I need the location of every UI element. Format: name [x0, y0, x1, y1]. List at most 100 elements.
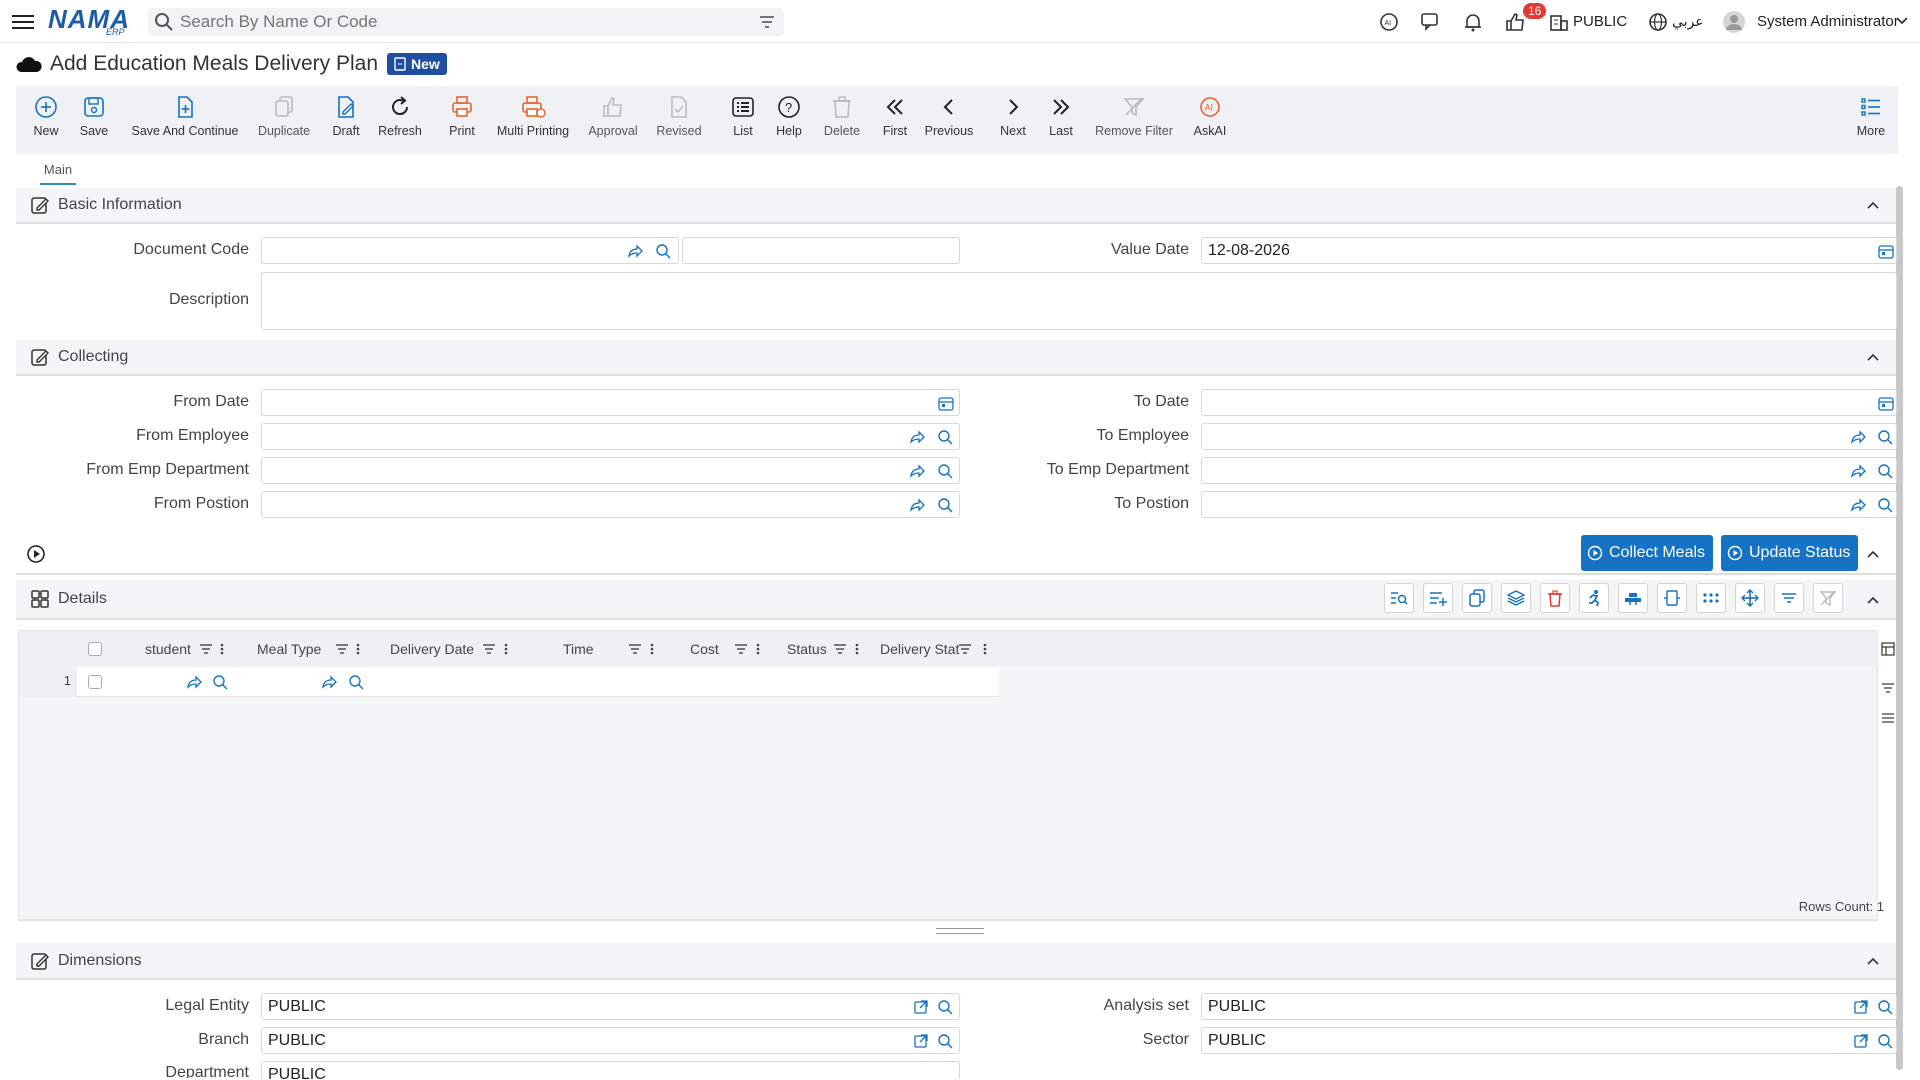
description-textarea[interactable] [261, 272, 1897, 330]
grid-search-button[interactable] [1384, 583, 1414, 613]
column-header-cost[interactable]: Cost [690, 641, 719, 657]
menu-lines-icon[interactable] [1881, 711, 1895, 725]
more-button[interactable]: More [1856, 92, 1886, 138]
approval-button[interactable]: Approval [587, 92, 639, 138]
chat-icon[interactable] [1419, 10, 1443, 34]
column-filter-icon[interactable] [482, 643, 496, 655]
help-button[interactable]: ? Help [774, 92, 804, 138]
from-date-input[interactable] [261, 389, 960, 416]
resize-handle[interactable] [936, 928, 984, 934]
calendar-icon[interactable] [938, 395, 954, 411]
section-dimensions[interactable]: Dimensions [16, 943, 1896, 980]
column-filter-icon[interactable] [734, 643, 748, 655]
from-employee-input[interactable] [261, 423, 960, 450]
search-input[interactable] [180, 12, 740, 32]
language-switch[interactable]: عربي [1672, 13, 1704, 30]
external-link-icon[interactable] [913, 1033, 929, 1049]
save-and-continue-button[interactable]: Save And Continue [130, 92, 240, 138]
to-emp-department-input[interactable] [1201, 457, 1897, 484]
askai-button[interactable]: AI AskAI [1192, 92, 1228, 138]
chevron-up-icon[interactable] [1866, 350, 1880, 364]
legal-entity-input[interactable]: PUBLIC [261, 993, 960, 1020]
avatar[interactable] [1722, 10, 1746, 34]
grid-copy-button[interactable] [1462, 583, 1492, 613]
table-row[interactable]: 1 [19, 667, 999, 697]
value-date-input[interactable]: 12-08-2026 [1201, 237, 1897, 264]
column-menu-icon[interactable] [983, 643, 987, 655]
from-emp-department-input[interactable] [261, 457, 960, 484]
update-status-button[interactable]: Update Status [1721, 535, 1859, 571]
duplicate-button[interactable]: Duplicate [256, 92, 312, 138]
draft-button[interactable]: Draft [328, 92, 364, 138]
column-filter-icon[interactable] [628, 643, 642, 655]
grid-add-row-button[interactable] [1423, 583, 1453, 613]
grid-move-button[interactable] [1735, 583, 1765, 613]
grid-remove-filter-button[interactable] [1813, 583, 1843, 613]
share-icon[interactable] [1850, 463, 1866, 479]
column-menu-icon[interactable] [855, 643, 859, 655]
grid-run-button[interactable] [1579, 583, 1609, 613]
column-header-student[interactable]: student [145, 641, 191, 657]
external-link-icon[interactable] [1853, 999, 1869, 1015]
globe-icon[interactable] [1646, 10, 1670, 34]
column-filter-icon[interactable] [958, 643, 972, 655]
column-header-meal-type[interactable]: Meal Type [257, 641, 321, 657]
chevron-down-icon[interactable] [1895, 14, 1909, 28]
tab-main[interactable]: Main [40, 162, 76, 185]
lookup-search-icon[interactable] [937, 999, 953, 1015]
lookup-search-icon[interactable] [655, 243, 671, 259]
global-search[interactable] [148, 8, 784, 36]
new-button[interactable]: New [28, 92, 64, 138]
column-menu-icon[interactable] [220, 643, 224, 655]
share-icon[interactable] [909, 497, 925, 513]
play-circle-icon[interactable] [26, 544, 46, 564]
column-header-status[interactable]: Status [787, 641, 827, 657]
column-filter-icon[interactable] [833, 643, 847, 655]
grid-filter-button[interactable] [1774, 583, 1804, 613]
lookup-search-icon[interactable] [937, 497, 953, 513]
to-position-input[interactable] [1201, 491, 1897, 518]
row-checkbox[interactable] [88, 675, 102, 689]
first-button[interactable]: First [880, 92, 910, 138]
share-icon[interactable] [186, 674, 202, 690]
grid-dots-button[interactable] [1696, 583, 1726, 613]
select-all-checkbox[interactable] [88, 642, 102, 656]
page-scrollbar[interactable] [1896, 186, 1903, 1070]
share-icon[interactable] [909, 429, 925, 445]
document-code-input[interactable] [261, 237, 679, 264]
lookup-search-icon[interactable] [348, 674, 364, 690]
calendar-icon[interactable] [1878, 243, 1894, 259]
filter-icon[interactable] [758, 13, 776, 31]
column-menu-icon[interactable] [650, 643, 654, 655]
sector-input[interactable]: PUBLIC [1201, 1027, 1897, 1054]
previous-button[interactable]: Previous [924, 92, 974, 138]
lookup-search-icon[interactable] [937, 1033, 953, 1049]
to-employee-input[interactable] [1201, 423, 1897, 450]
company-name[interactable]: PUBLIC [1573, 13, 1627, 30]
lookup-search-icon[interactable] [1877, 429, 1893, 445]
grid-layout-icon[interactable] [1881, 642, 1895, 656]
lookup-search-icon[interactable] [1877, 999, 1893, 1015]
share-icon[interactable] [1850, 429, 1866, 445]
document-code-secondary-input[interactable] [682, 237, 960, 264]
list-button[interactable]: List [728, 92, 758, 138]
grid-layers-button[interactable] [1501, 583, 1531, 613]
grid-delete-button[interactable] [1540, 583, 1570, 613]
column-menu-icon[interactable] [356, 643, 360, 655]
refresh-button[interactable]: Refresh [378, 92, 422, 138]
lookup-search-icon[interactable] [1877, 1033, 1893, 1049]
revised-button[interactable]: Revised [656, 92, 702, 138]
menu-icon[interactable] [12, 11, 34, 31]
analysis-set-input[interactable]: PUBLIC [1201, 993, 1897, 1020]
column-menu-icon[interactable] [504, 643, 508, 655]
bell-icon[interactable] [1461, 10, 1485, 34]
lookup-search-icon[interactable] [1877, 463, 1893, 479]
delete-button[interactable]: Delete [822, 92, 862, 138]
multi-printing-button[interactable]: Multi Printing [495, 92, 571, 138]
company-icon[interactable] [1547, 10, 1571, 34]
lookup-search-icon[interactable] [937, 429, 953, 445]
chevron-up-icon[interactable] [1866, 954, 1880, 968]
chevron-up-icon[interactable] [1866, 593, 1880, 607]
to-date-input[interactable] [1201, 389, 1897, 416]
from-position-input[interactable] [261, 491, 960, 518]
